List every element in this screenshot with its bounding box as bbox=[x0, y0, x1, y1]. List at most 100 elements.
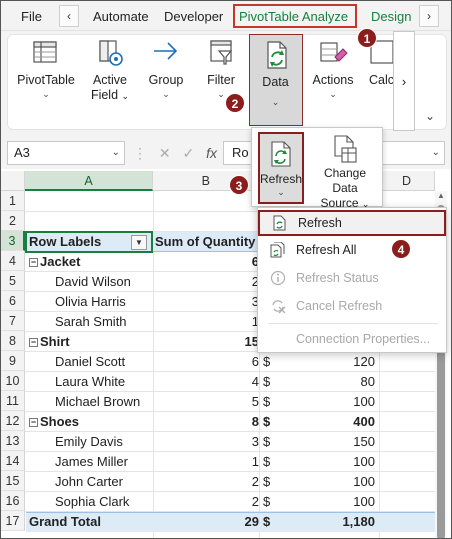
step-badge-4: 4 bbox=[391, 239, 411, 259]
actions-button[interactable]: Actions ⌄ bbox=[309, 37, 357, 100]
tab-scroll-right-button[interactable]: › bbox=[419, 5, 439, 27]
sum-quantity-cell[interactable]: 4 bbox=[155, 372, 259, 392]
change-data-source-button[interactable]: Change Data Source ⌄ bbox=[310, 134, 380, 212]
amount-cell[interactable]: 100 bbox=[283, 492, 375, 512]
select-all-corner[interactable] bbox=[1, 171, 25, 191]
sum-quantity-cell[interactable]: 3 bbox=[155, 292, 259, 312]
row-header[interactable]: 10 bbox=[1, 371, 25, 391]
chevron-down-icon[interactable]: ⌄ bbox=[432, 142, 440, 164]
refresh-split-button[interactable]: Refresh ⌄ bbox=[258, 132, 304, 204]
sum-quantity-cell[interactable]: 1 bbox=[155, 452, 259, 472]
filter-icon bbox=[210, 40, 233, 65]
row-header[interactable]: 7 bbox=[1, 311, 25, 331]
amount-cell[interactable]: 100 bbox=[283, 392, 375, 412]
ribbon-scroll-right-button[interactable]: › bbox=[393, 31, 415, 131]
amount-cell[interactable]: 120 bbox=[283, 352, 375, 372]
pivottable-button[interactable]: PivotTable ⌄ bbox=[15, 37, 77, 100]
row-header[interactable]: 15 bbox=[1, 471, 25, 491]
pivot-group-row[interactable]: − Shirt bbox=[29, 332, 149, 352]
tab-scroll-left-button[interactable]: ‹ bbox=[59, 5, 79, 27]
menu-item-refresh[interactable]: Refresh bbox=[258, 210, 446, 236]
pivot-sum-quantity-header[interactable]: Sum of Quantity bbox=[155, 232, 257, 252]
pivot-item-cell[interactable]: David Wilson bbox=[55, 272, 151, 292]
sum-quantity-cell[interactable]: 2 bbox=[155, 492, 259, 512]
menu-item-refresh-all[interactable]: Refresh All bbox=[258, 237, 446, 263]
pivot-item-cell[interactable]: Sophia Clark bbox=[55, 492, 151, 512]
tab-automate[interactable]: Automate bbox=[93, 7, 149, 27]
pivot-item-cell[interactable]: John Carter bbox=[55, 472, 151, 492]
row-header[interactable]: 13 bbox=[1, 431, 25, 451]
column-header-a[interactable]: A bbox=[25, 171, 153, 191]
pivot-group-row[interactable]: − Shoes bbox=[29, 412, 149, 432]
chevron-down-icon: ⌄ bbox=[162, 89, 170, 99]
row-header[interactable]: 9 bbox=[1, 351, 25, 371]
ribbon-collapse-icon[interactable]: ⌄ bbox=[425, 109, 435, 123]
active-field-button[interactable]: Active Field ⌄ bbox=[85, 37, 135, 104]
row-header[interactable]: 6 bbox=[1, 291, 25, 311]
grand-total-quantity[interactable]: 29 bbox=[155, 512, 259, 532]
sum-quantity-cell[interactable]: 2 bbox=[155, 272, 259, 292]
sum-quantity-cell[interactable]: 8 bbox=[155, 412, 259, 432]
grand-total-label[interactable]: Grand Total bbox=[29, 512, 149, 532]
column-header-d[interactable]: D bbox=[379, 171, 435, 191]
pivot-item-cell[interactable]: Sarah Smith bbox=[55, 312, 151, 332]
chevron-down-icon[interactable]: ⌄ bbox=[112, 142, 120, 164]
name-box[interactable]: A3 ⌄ bbox=[7, 141, 125, 165]
pivot-item-cell[interactable]: James Miller bbox=[55, 452, 151, 472]
tab-file[interactable]: File bbox=[21, 7, 42, 27]
fx-icon[interactable]: fx bbox=[206, 145, 217, 161]
grand-total-amount[interactable]: 1,180 bbox=[283, 512, 375, 532]
filter-button[interactable]: Filter ⌄ bbox=[199, 37, 243, 100]
amount-cell[interactable]: 400 bbox=[283, 412, 375, 432]
row-header[interactable]: 4 bbox=[1, 251, 25, 271]
tab-design[interactable]: Design bbox=[371, 7, 411, 27]
row-header[interactable]: 2 bbox=[1, 211, 25, 231]
pivot-item-cell[interactable]: Laura White bbox=[55, 372, 151, 392]
change-data-source-icon bbox=[334, 135, 357, 163]
row-header[interactable]: 17 bbox=[1, 511, 25, 531]
pivot-item-cell[interactable]: Daniel Scott bbox=[55, 352, 151, 372]
sum-quantity-cell[interactable]: 3 bbox=[155, 432, 259, 452]
row-header[interactable]: 11 bbox=[1, 391, 25, 411]
sum-quantity-cell[interactable]: 1 bbox=[155, 312, 259, 332]
sum-quantity-cell[interactable]: 6 bbox=[155, 252, 259, 272]
sum-quantity-cell[interactable]: 5 bbox=[155, 392, 259, 412]
row-header[interactable]: 16 bbox=[1, 491, 25, 511]
pivot-item-cell[interactable]: Olivia Harris bbox=[55, 292, 151, 312]
menu-item-refresh-status[interactable]: Refresh Status bbox=[258, 265, 446, 291]
row-header[interactable]: 8 bbox=[1, 331, 25, 351]
scroll-up-icon[interactable]: ▲ bbox=[437, 191, 445, 200]
sum-quantity-cell[interactable]: 15 bbox=[155, 332, 259, 352]
collapse-icon[interactable]: − bbox=[29, 258, 38, 267]
pivot-group-row[interactable]: − Jacket bbox=[29, 252, 149, 272]
row-header[interactable]: 12 bbox=[1, 411, 25, 431]
row-header[interactable]: 14 bbox=[1, 451, 25, 471]
pivot-item-cell[interactable]: Emily Davis bbox=[55, 432, 151, 452]
amount-cell[interactable]: 100 bbox=[283, 452, 375, 472]
collapse-icon[interactable]: − bbox=[29, 418, 38, 427]
menu-item-refresh-label: Refresh bbox=[298, 216, 342, 230]
menu-item-connection-properties[interactable]: Connection Properties... bbox=[258, 326, 446, 352]
data-button-content: Data ⌄ bbox=[250, 39, 301, 108]
menu-item-cancel-refresh[interactable]: Cancel Refresh bbox=[258, 293, 446, 319]
data-button[interactable]: Data ⌄ bbox=[249, 34, 303, 126]
sum-quantity-cell[interactable]: 2 bbox=[155, 472, 259, 492]
amount-cell[interactable]: 150 bbox=[283, 432, 375, 452]
amount-cell[interactable]: 100 bbox=[283, 472, 375, 492]
refresh-label: Refresh bbox=[260, 172, 303, 186]
currency-symbol: $ bbox=[263, 494, 271, 509]
row-header[interactable]: 5 bbox=[1, 271, 25, 291]
row-header[interactable]: 1 bbox=[1, 191, 25, 211]
actions-icon bbox=[320, 42, 348, 62]
amount-cell[interactable]: 80 bbox=[283, 372, 375, 392]
row-header[interactable]: 3 bbox=[1, 231, 25, 251]
refresh-icon bbox=[271, 141, 291, 167]
tab-developer[interactable]: Developer bbox=[164, 7, 223, 27]
collapse-icon[interactable]: − bbox=[29, 338, 38, 347]
cancel-icon[interactable]: ✕ bbox=[159, 145, 171, 161]
active-field-label-1: Active bbox=[92, 73, 128, 87]
pivot-item-cell[interactable]: Michael Brown bbox=[55, 392, 151, 412]
confirm-icon[interactable]: ✓ bbox=[183, 145, 195, 161]
sum-quantity-cell[interactable]: 6 bbox=[155, 352, 259, 372]
group-button[interactable]: Group ⌄ bbox=[145, 37, 187, 100]
